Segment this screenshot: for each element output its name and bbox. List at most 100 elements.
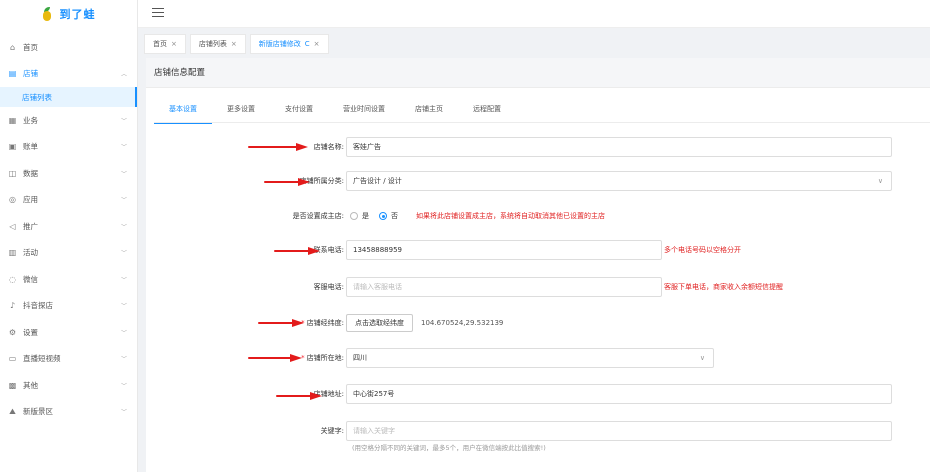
- collapse-menu-icon[interactable]: [152, 8, 164, 18]
- sidebar-item[interactable]: ⛰ 新版景区 ﹀: [0, 399, 137, 426]
- sidebar-item-label: 应用: [23, 195, 38, 205]
- main-shop-yes-label[interactable]: 是: [362, 211, 369, 221]
- main-shop-no-radio[interactable]: [379, 212, 387, 220]
- service-phone-input[interactable]: 请输入客服电话: [346, 277, 662, 297]
- chevron-up-icon: ︿: [120, 71, 127, 79]
- sidebar-item-label: 新版景区: [23, 407, 53, 417]
- divider: [154, 122, 930, 123]
- chevron-down-icon: ﹀: [120, 117, 127, 125]
- page-tab[interactable]: 店铺列表 ×: [189, 34, 246, 54]
- settings-tab[interactable]: 营业时间设置: [328, 102, 400, 124]
- main-shop-hint: 如果将此店铺设置成主店，系统将自动取消其他已设置的主店: [416, 212, 605, 220]
- service-phone-hint: 客服下单电话，商家收入余额短信提醒: [664, 283, 783, 291]
- activity-icon: ▥: [8, 248, 17, 258]
- scenic-icon: ⛰: [9, 407, 16, 417]
- settings-tab[interactable]: 支付设置: [270, 102, 328, 124]
- sidebar-item-label: 设置: [23, 327, 38, 337]
- settings-tab[interactable]: 店铺主页: [400, 102, 458, 124]
- settings-tab[interactable]: 远程配置: [458, 102, 516, 124]
- home-icon: ⌂: [9, 42, 16, 52]
- location-label-wrap: * 店铺所在地:: [146, 353, 346, 363]
- keywords-label: 关键字:: [320, 427, 344, 435]
- page-tab-label: 店铺列表: [198, 40, 227, 48]
- chevron-down-icon: ﹀: [120, 223, 127, 231]
- top-header: [138, 0, 930, 28]
- bill-icon: ▣: [8, 142, 17, 152]
- shop-name-input[interactable]: 客娃广告: [346, 137, 892, 157]
- sidebar-item[interactable]: ◎ 应用 ﹀: [0, 187, 137, 214]
- logo[interactable]: 到了蛙: [0, 0, 137, 28]
- close-icon[interactable]: ×: [171, 40, 177, 48]
- sidebar-item-label: 微信: [23, 274, 38, 284]
- chevron-down-icon: ﹀: [120, 409, 127, 417]
- category-select[interactable]: 广告设计 / 设计 ∨: [346, 171, 892, 191]
- category-value: 广告设计 / 设计: [353, 177, 402, 185]
- settings-tabs: 基本设置 更多设置 支付设置 营业时间设置 店铺主页 远程配置: [154, 102, 516, 124]
- main-shop-no-label[interactable]: 否: [391, 211, 398, 221]
- douyin-icon: ♪: [9, 301, 16, 311]
- sidebar-item[interactable]: ♪ 抖音探店 ﹀: [0, 293, 137, 320]
- annotation-arrow: [264, 178, 310, 186]
- data-icon: ◫: [8, 168, 17, 178]
- coords-label-wrap: * 店铺经纬度:: [146, 318, 346, 328]
- refresh-icon[interactable]: C: [305, 40, 310, 48]
- coords-value: 104.670524,29.532139: [421, 319, 504, 327]
- close-icon[interactable]: ×: [314, 40, 320, 48]
- main-shop-yes-radio[interactable]: [350, 212, 358, 220]
- annotation-arrow: [248, 354, 302, 362]
- settings-tab[interactable]: 基本设置: [154, 102, 212, 124]
- page-tab-label: 首页: [153, 40, 167, 48]
- sidebar-item[interactable]: ▩ 其他 ﹀: [0, 372, 137, 399]
- sidebar-item[interactable]: ▭ 直播短视频 ﹀: [0, 346, 137, 373]
- address-input[interactable]: 中心街257号: [346, 384, 892, 404]
- sidebar-item-label: 首页: [23, 42, 38, 52]
- page-tabs: 首页 × 店铺列表 × 新版店铺修改 C ×: [138, 33, 930, 55]
- store-icon: ▤: [8, 69, 17, 79]
- wechat-icon: ◌: [9, 274, 16, 284]
- promote-icon: ◁: [9, 221, 16, 231]
- annotation-arrow: [248, 143, 308, 151]
- live-icon: ▭: [8, 354, 17, 364]
- location-select[interactable]: 四川 ∨: [346, 348, 714, 368]
- content-card: 店铺信息配置 基本设置 更多设置 支付设置 营业时间设置 店铺主页 远程配置 店铺名称: …: [146, 58, 930, 472]
- sidebar-item-label: 直播短视频: [23, 354, 61, 364]
- sidebar-subitem-shop-list[interactable]: 店铺列表: [0, 87, 137, 107]
- sidebar-item[interactable]: ▦ 业务 ﹀: [0, 107, 137, 134]
- sidebar-item-label: 其他: [23, 380, 38, 390]
- annotation-arrow: [276, 392, 322, 400]
- location-label: 店铺所在地:: [306, 354, 344, 362]
- sidebar-item-label: 店铺: [23, 69, 38, 79]
- keywords-placeholder: 请输入关键字: [353, 427, 395, 435]
- chevron-down-icon: ﹀: [120, 144, 127, 152]
- settings-tab[interactable]: 更多设置: [212, 102, 270, 124]
- keywords-hint: (用空格分隔不同的关键词，最多5个，用户在微信端按此比值搜索!): [352, 444, 546, 452]
- business-icon: ▦: [8, 115, 17, 125]
- address-value: 中心街257号: [353, 390, 395, 398]
- shop-name-value: 客娃广告: [353, 143, 381, 151]
- sidebar-item[interactable]: ▥ 活动 ﹀: [0, 240, 137, 267]
- sidebar: 到了蛙 ⌂ 首页 ▤ 店铺 ︿ 店铺列表 ▦ 业务 ﹀ ▣ 账单 ﹀ ◫ 数据 ﹀ ◎ 应用 ﹀ ◁ 推广 ﹀ ▥ 活动 ﹀ ◌…: [0, 0, 138, 472]
- pick-coords-button[interactable]: 点击选取经纬度: [346, 314, 413, 332]
- close-icon[interactable]: ×: [231, 40, 237, 48]
- sidebar-item[interactable]: ▤ 店铺 ︿: [0, 61, 137, 88]
- sidebar-item[interactable]: ◫ 数据 ﹀: [0, 160, 137, 187]
- keywords-input[interactable]: 请输入关键字: [346, 421, 892, 441]
- address-row: 店铺地址: 中心街257号: [146, 384, 892, 404]
- service-phone-placeholder: 请输入客服电话: [353, 283, 402, 291]
- chevron-down-icon: ﹀: [120, 356, 127, 364]
- sidebar-item[interactable]: ◌ 微信 ﹀: [0, 266, 137, 293]
- phone-input[interactable]: 13458888959: [346, 240, 662, 260]
- sidebar-item-label: 推广: [23, 221, 38, 231]
- other-icon: ▩: [8, 380, 17, 390]
- sidebar-item-label: 数据: [23, 168, 38, 178]
- app-icon: ◎: [9, 195, 16, 205]
- service-phone-label: 客服电话:: [313, 283, 344, 291]
- sidebar-item[interactable]: ◁ 推广 ﹀: [0, 213, 137, 240]
- sidebar-item[interactable]: ▣ 账单 ﹀: [0, 134, 137, 161]
- sidebar-item-label: 账单: [23, 142, 38, 152]
- sidebar-item[interactable]: ⌂ 首页: [0, 34, 137, 61]
- page-tab[interactable]: 新版店铺修改 C ×: [249, 34, 329, 54]
- coords-label: 店铺经纬度:: [306, 319, 344, 327]
- sidebar-item[interactable]: ⚙ 设置 ﹀: [0, 319, 137, 346]
- page-tab[interactable]: 首页 ×: [144, 34, 186, 54]
